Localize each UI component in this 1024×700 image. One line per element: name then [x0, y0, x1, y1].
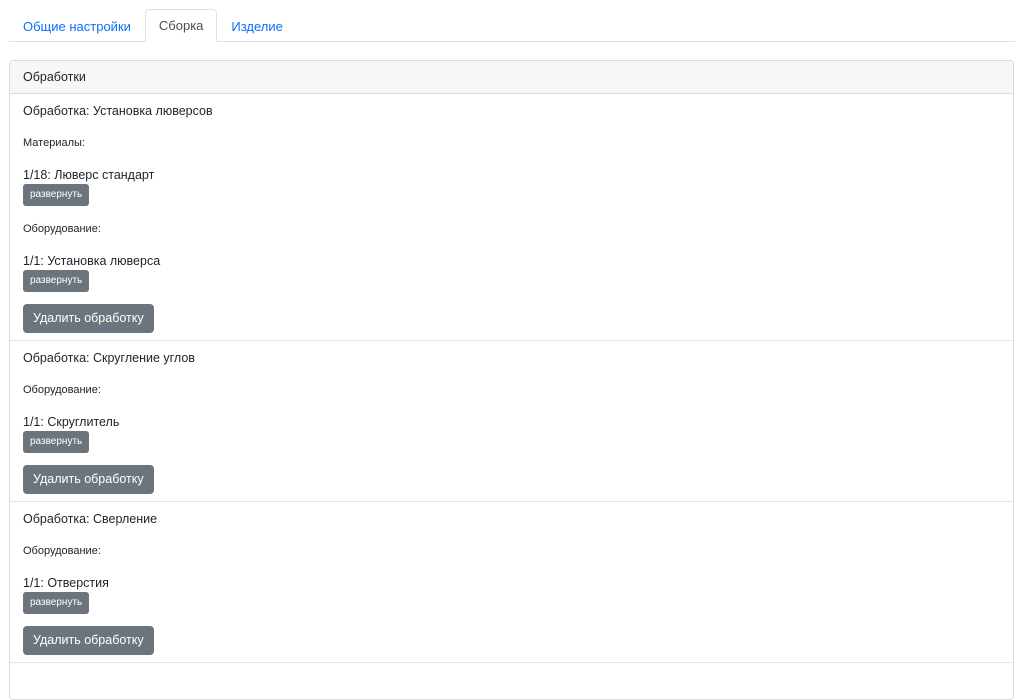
expand-button[interactable]: развернуть [23, 184, 90, 206]
operation-block: Обработка: Установка люверсов Материалы:… [10, 94, 1013, 341]
list-item: 1/18: Люверс стандарт развернуть [23, 168, 1000, 206]
equipment-label: Оборудование: [23, 384, 101, 396]
item-text: 1/1: Установка люверса [23, 254, 161, 268]
nav-tabs: Общие настройки Сборка Изделие [9, 9, 1015, 42]
operation-title: Обработка: Сверление [23, 512, 158, 526]
list-item: 1/1: Установка люверса развернуть [23, 254, 1000, 292]
item-text: 1/1: Скруглитель [23, 415, 120, 429]
expand-button[interactable]: развернуть [23, 431, 90, 453]
list-item: 1/1: Отверстия развернуть [23, 576, 1000, 614]
tab-assembly[interactable]: Сборка [144, 9, 218, 42]
expand-button[interactable]: развернуть [23, 270, 90, 292]
operation-block: Обработка: Сверление Оборудование: 1/1: … [10, 502, 1013, 663]
materials-label: Материалы: [23, 137, 85, 149]
tab-general-settings[interactable]: Общие настройки [9, 10, 145, 42]
delete-operation-button[interactable]: Удалить обработку [23, 465, 154, 494]
tab-product[interactable]: Изделие [217, 10, 296, 42]
card-header: Обработки [10, 61, 1013, 94]
item-text: 1/18: Люверс стандарт [23, 168, 155, 182]
expand-button[interactable]: развернуть [23, 592, 90, 614]
equipment-label: Оборудование: [23, 545, 101, 557]
item-text: 1/1: Отверстия [23, 576, 109, 590]
operations-card: Обработки Обработка: Установка люверсов … [9, 60, 1014, 700]
operation-block: Обработка: Скругление углов Оборудование… [10, 341, 1013, 502]
delete-operation-button[interactable]: Удалить обработку [23, 626, 154, 655]
operation-title: Обработка: Установка люверсов [23, 104, 213, 118]
delete-operation-button[interactable]: Удалить обработку [23, 304, 154, 333]
operation-title: Обработка: Скругление углов [23, 351, 195, 365]
equipment-label: Оборудование: [23, 223, 101, 235]
list-item: 1/1: Скруглитель развернуть [23, 415, 1000, 453]
